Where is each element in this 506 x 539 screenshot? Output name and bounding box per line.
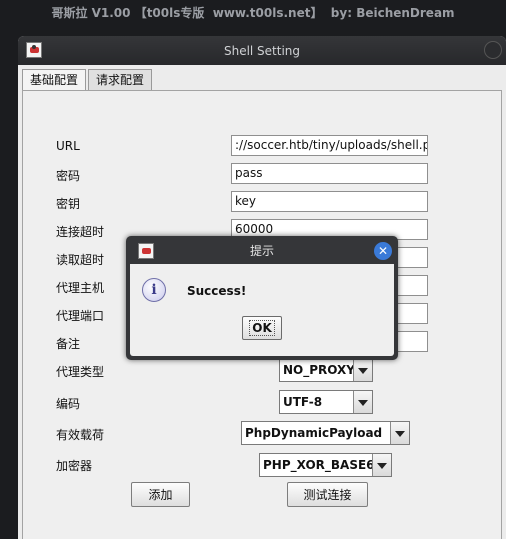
key-field[interactable]: key	[231, 191, 428, 212]
proxy-type-select[interactable]: NO_PROXY	[279, 358, 373, 382]
alert-dialog: 提示 ✕ i Success! OK	[126, 236, 398, 360]
encryptor-value: PHP_XOR_BASE64	[263, 458, 372, 472]
encryptor-label: 加密器	[56, 459, 93, 473]
app-icon	[138, 243, 154, 259]
remark-label: 备注	[56, 337, 81, 351]
window-titlebar[interactable]: Shell Setting	[18, 36, 506, 65]
payload-value: PhpDynamicPayload	[245, 426, 383, 440]
tab-request-config[interactable]: 请求配置	[88, 69, 153, 90]
close-icon[interactable]: ✕	[374, 242, 392, 260]
desktop-background	[0, 24, 506, 36]
dialog-message: Success!	[187, 284, 247, 298]
chevron-down-icon[interactable]	[353, 391, 372, 413]
proxy-type-value: NO_PROXY	[283, 363, 353, 377]
tab-bar: 基础配置 请求配置	[22, 69, 154, 91]
password-field[interactable]: pass	[231, 163, 428, 184]
connect-timeout-label: 连接超时	[56, 225, 105, 239]
tab-basic-config[interactable]: 基础配置	[22, 69, 87, 91]
encoding-value: UTF-8	[283, 395, 323, 409]
chevron-down-icon[interactable]	[390, 422, 409, 444]
proxy-type-label: 代理类型	[56, 365, 105, 379]
ok-button[interactable]: OK	[242, 316, 282, 340]
payload-label: 有效载荷	[56, 428, 105, 442]
encoding-label: 编码	[56, 397, 81, 411]
chevron-down-icon[interactable]	[372, 454, 391, 476]
window-close-icon[interactable]	[484, 41, 502, 59]
info-icon: i	[142, 278, 166, 302]
proxy-port-label: 代理端口	[56, 309, 105, 323]
encoding-select[interactable]: UTF-8	[279, 390, 373, 414]
read-timeout-label: 读取超时	[56, 253, 105, 267]
dialog-body: i Success! OK	[130, 264, 394, 356]
url-field[interactable]: ://soccer.htb/tiny/uploads/shell.php	[231, 135, 428, 156]
test-connection-button[interactable]: 测试连接	[287, 482, 368, 507]
encryptor-select[interactable]: PHP_XOR_BASE64	[259, 453, 392, 477]
key-label: 密钥	[56, 197, 81, 211]
chevron-down-icon[interactable]	[353, 359, 372, 381]
window-title: Shell Setting	[223, 43, 301, 58]
proxy-host-label: 代理主机	[56, 281, 105, 295]
ok-button-label: OK	[249, 320, 275, 336]
password-label: 密码	[56, 169, 81, 183]
add-button[interactable]: 添加	[131, 482, 190, 507]
payload-select[interactable]: PhpDynamicPayload	[241, 421, 410, 445]
dialog-titlebar[interactable]: 提示 ✕	[126, 236, 398, 264]
dialog-title: 提示	[249, 243, 274, 258]
app-icon	[26, 42, 42, 58]
url-label: URL	[56, 139, 80, 153]
app-title-bar: 哥斯拉 V1.00 【t00ls专版 www.t00ls.net】 by: Be…	[51, 5, 455, 20]
